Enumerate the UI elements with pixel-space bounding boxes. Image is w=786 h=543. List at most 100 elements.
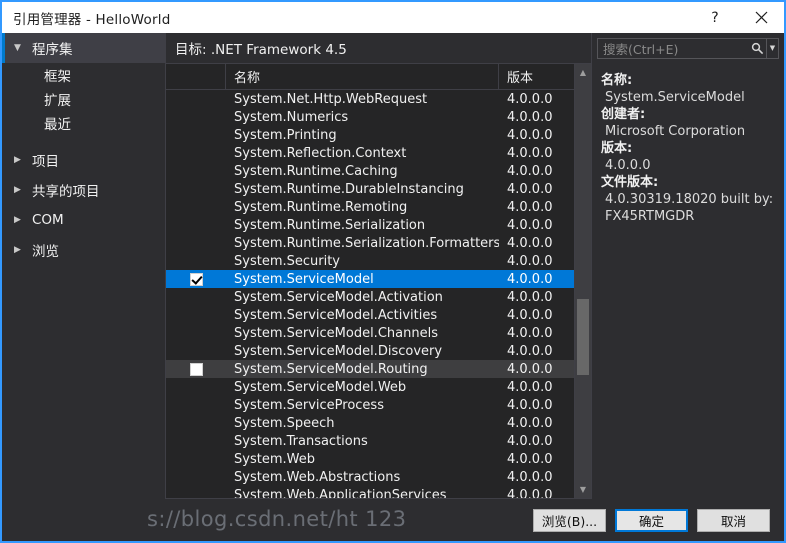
- sidebar-item-label: 程序集: [32, 38, 73, 58]
- dialog-footer: s://blog.csdn.net/ht 123 浏览(B)... 确定 取消: [2, 499, 784, 541]
- chevron-down-icon[interactable]: ▼: [766, 39, 778, 58]
- assembly-name: System.Runtime.Remoting: [226, 200, 499, 215]
- assembly-name: System.ServiceModel.Activation: [226, 290, 499, 305]
- assembly-version: 4.0.0.0: [499, 92, 574, 107]
- search-input[interactable]: 搜索(Ctrl+E): [598, 39, 748, 58]
- table-row[interactable]: System.ServiceModel.Discovery4.0.0.0: [166, 342, 574, 360]
- table-row[interactable]: System.Printing4.0.0.0: [166, 126, 574, 144]
- column-header-name[interactable]: 名称: [226, 64, 499, 89]
- table-row[interactable]: System.Runtime.DurableInstancing4.0.0.0: [166, 180, 574, 198]
- table-row[interactable]: System.ServiceModel.Activation4.0.0.0: [166, 288, 574, 306]
- table-row[interactable]: System.ServiceModel4.0.0.0: [166, 270, 574, 288]
- sidebar-item-browse[interactable]: ▶ 浏览: [2, 235, 165, 265]
- table-row[interactable]: System.Runtime.Serialization.Formatters.…: [166, 234, 574, 252]
- target-framework-label: 目标: .NET Framework 4.5: [175, 38, 347, 58]
- table-row[interactable]: System.ServiceModel.Web4.0.0.0: [166, 378, 574, 396]
- assembly-version: 4.0.0.0: [499, 398, 574, 413]
- vertical-scrollbar[interactable]: ▲ ▼: [574, 64, 591, 498]
- table-row[interactable]: System.Web4.0.0.0: [166, 450, 574, 468]
- browse-button[interactable]: 浏览(B)...: [533, 509, 606, 532]
- ok-button[interactable]: 确定: [615, 509, 688, 532]
- sidebar-item-label: 项目: [32, 150, 59, 170]
- table-row[interactable]: System.ServiceProcess4.0.0.0: [166, 396, 574, 414]
- sidebar-item-label: 最近: [44, 113, 71, 133]
- detail-label: 文件版本:: [601, 174, 784, 191]
- target-framework-bar: 目标: .NET Framework 4.5: [166, 33, 591, 63]
- detail-label: 创建者:: [601, 106, 784, 123]
- column-header-version[interactable]: 版本: [499, 64, 574, 89]
- table-row[interactable]: System.ServiceModel.Routing4.0.0.0: [166, 360, 574, 378]
- sidebar-item-framework[interactable]: 框架: [2, 63, 165, 87]
- sidebar-item-assemblies[interactable]: ▼ 程序集: [2, 33, 165, 63]
- sidebar-item-projects[interactable]: ▶ 项目: [2, 145, 165, 175]
- assembly-version: 4.0.0.0: [499, 326, 574, 341]
- assembly-version: 4.0.0.0: [499, 128, 574, 143]
- assembly-name: System.Net.Http.WebRequest: [226, 92, 499, 107]
- table-row[interactable]: System.ServiceModel.Channels4.0.0.0: [166, 324, 574, 342]
- table-row[interactable]: System.Reflection.Context4.0.0.0: [166, 144, 574, 162]
- category-sidebar: ▼ 程序集 框架 扩展 最近 ▶ 项目 ▶ 共享的项目 ▶: [2, 33, 166, 499]
- sidebar-item-label: 共享的项目: [32, 180, 100, 200]
- assembly-name: System.ServiceModel.Channels: [226, 326, 499, 341]
- close-button[interactable]: [738, 2, 784, 33]
- sidebar-item-recent[interactable]: 最近: [2, 111, 165, 135]
- table-row[interactable]: System.ServiceModel.Activities4.0.0.0: [166, 306, 574, 324]
- window-title: 引用管理器 - HelloWorld: [2, 8, 170, 28]
- assembly-name: System.Runtime.DurableInstancing: [226, 182, 499, 197]
- checkbox-unchecked-icon[interactable]: [190, 363, 203, 376]
- scrollbar-thumb[interactable]: [577, 299, 589, 375]
- assembly-version: 4.0.0.0: [499, 218, 574, 233]
- question-mark-icon: ?: [711, 10, 718, 26]
- assembly-name: System.ServiceModel.Activities: [226, 308, 499, 323]
- assembly-version: 4.0.0.0: [499, 380, 574, 395]
- table-row[interactable]: System.Web.ApplicationServices4.0.0.0: [166, 486, 574, 498]
- sidebar-item-extensions[interactable]: 扩展: [2, 87, 165, 111]
- search-icon[interactable]: [748, 42, 766, 55]
- title-bar: 引用管理器 - HelloWorld ?: [2, 2, 784, 33]
- sidebar-item-label: 扩展: [44, 89, 71, 109]
- assembly-version: 4.0.0.0: [499, 488, 574, 499]
- detail-value: System.ServiceModel: [601, 89, 780, 106]
- table-row[interactable]: System.Numerics4.0.0.0: [166, 108, 574, 126]
- scroll-up-button[interactable]: ▲: [575, 64, 591, 81]
- assembly-version: 4.0.0.0: [499, 470, 574, 485]
- assembly-name: System.ServiceProcess: [226, 398, 499, 413]
- sidebar-item-shared-projects[interactable]: ▶ 共享的项目: [2, 175, 165, 205]
- scrollbar-track[interactable]: [575, 81, 591, 481]
- table-row[interactable]: System.Runtime.Remoting4.0.0.0: [166, 198, 574, 216]
- assembly-grid-area: 名称 版本 System.Net.Http.WebRequest4.0.0.0S…: [166, 63, 591, 499]
- table-row[interactable]: System.Transactions4.0.0.0: [166, 432, 574, 450]
- assembly-name: System.Printing: [226, 128, 499, 143]
- triangle-right-icon: ▶: [14, 216, 26, 225]
- table-row[interactable]: System.Security4.0.0.0: [166, 252, 574, 270]
- assembly-version: 4.0.0.0: [499, 272, 574, 287]
- assembly-name: System.ServiceModel.Web: [226, 380, 499, 395]
- assembly-name: System.Transactions: [226, 434, 499, 449]
- scroll-down-button[interactable]: ▼: [575, 481, 591, 498]
- sidebar-spacer-1: [2, 135, 165, 145]
- assembly-name: System.Runtime.Caching: [226, 164, 499, 179]
- assembly-version: 4.0.0.0: [499, 254, 574, 269]
- help-button[interactable]: ?: [692, 2, 738, 33]
- search-box[interactable]: 搜索(Ctrl+E) ▼: [597, 38, 779, 59]
- table-row[interactable]: System.Runtime.Caching4.0.0.0: [166, 162, 574, 180]
- triangle-right-icon: ▶: [14, 186, 26, 195]
- dialog-body: ▼ 程序集 框架 扩展 最近 ▶ 项目 ▶ 共享的项目 ▶: [2, 33, 784, 499]
- cancel-button[interactable]: 取消: [697, 509, 770, 532]
- sidebar-item-com[interactable]: ▶ COM: [2, 205, 165, 235]
- detail-label: 名称:: [601, 72, 784, 89]
- assembly-version: 4.0.0.0: [499, 308, 574, 323]
- search-row: 搜索(Ctrl+E) ▼: [592, 33, 784, 63]
- checkbox-checked-icon[interactable]: [190, 273, 203, 286]
- table-row[interactable]: System.Net.Http.WebRequest4.0.0.0: [166, 90, 574, 108]
- row-checkbox-cell[interactable]: [166, 363, 226, 376]
- table-row[interactable]: System.Web.Abstractions4.0.0.0: [166, 468, 574, 486]
- assembly-version: 4.0.0.0: [499, 434, 574, 449]
- grid-body[interactable]: System.Net.Http.WebRequest4.0.0.0System.…: [166, 90, 574, 498]
- table-row[interactable]: System.Speech4.0.0.0: [166, 414, 574, 432]
- table-row[interactable]: System.Runtime.Serialization4.0.0.0: [166, 216, 574, 234]
- reference-manager-dialog: 引用管理器 - HelloWorld ? ▼ 程序集 框架: [0, 0, 786, 543]
- row-checkbox-cell[interactable]: [166, 273, 226, 286]
- assembly-list-pane: 目标: .NET Framework 4.5 名称 版本 System.Net.…: [166, 33, 591, 499]
- column-header-check[interactable]: [166, 64, 226, 89]
